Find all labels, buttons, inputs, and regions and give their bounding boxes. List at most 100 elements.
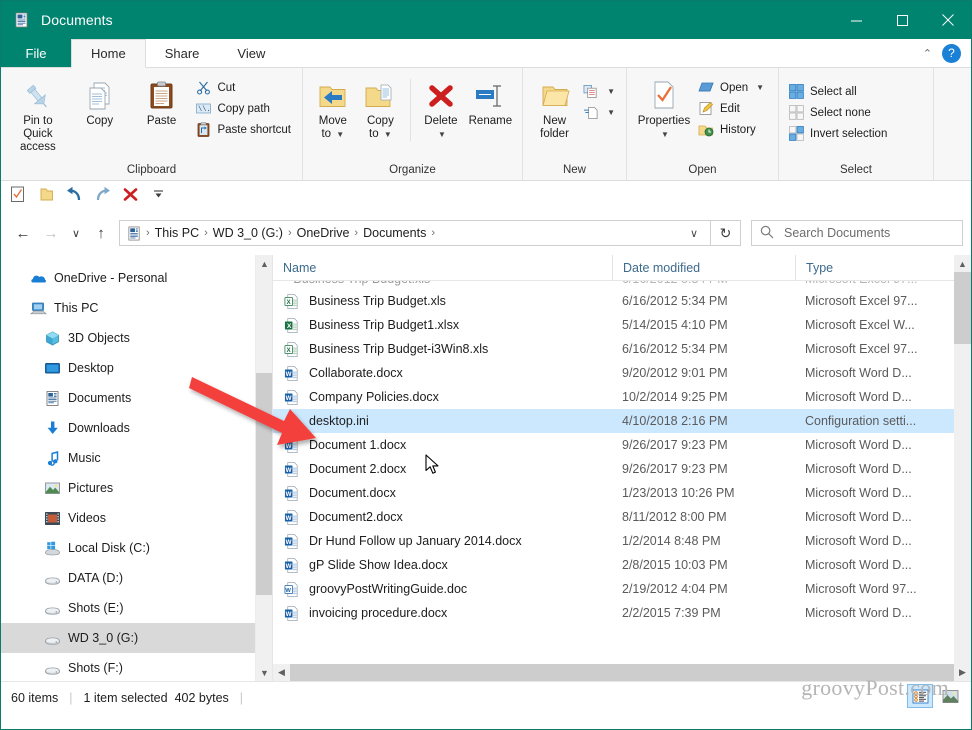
hscroll-right-icon[interactable]: ▶	[954, 664, 971, 681]
file-list-scrollbar[interactable]: ▲ ▼	[954, 255, 971, 681]
new-folder-button[interactable]: New folder	[529, 75, 580, 144]
details-view-button[interactable]	[907, 684, 933, 708]
table-row[interactable]: X Business Trip Budget1.xlsx 5/14/2015 4:1…	[273, 313, 954, 337]
forward-button[interactable]: →	[37, 219, 65, 247]
address-bar[interactable]: › This PC › WD 3_0 (G:) › OneDrive › Doc…	[119, 220, 711, 246]
delete-button[interactable]: Delete ▼	[417, 75, 465, 144]
undo-qat-icon[interactable]	[65, 185, 84, 204]
minimize-button[interactable]	[833, 1, 879, 39]
delete-qat-icon[interactable]	[121, 185, 140, 204]
sidebar-item-onedrive-personal[interactable]: OneDrive - Personal	[1, 263, 272, 293]
file-name-cell: W Document 1.docx	[273, 436, 612, 454]
search-box[interactable]	[751, 220, 963, 246]
nav-scroll-up-icon[interactable]: ▲	[256, 255, 272, 272]
help-icon[interactable]: ?	[942, 43, 961, 63]
table-row[interactable]: W Document2.docx 8/11/2012 8:00 PM Microsof…	[273, 505, 954, 529]
table-row[interactable]: Winvoicing procedure.docx 2/2/2015 7:39 P…	[273, 601, 954, 625]
paste-shortcut-button[interactable]: Paste shortcut	[192, 119, 296, 140]
tab-home[interactable]: Home	[71, 39, 146, 68]
breadcrumb-separator-4[interactable]: ›	[430, 227, 436, 239]
redo-qat-icon[interactable]	[93, 185, 112, 204]
copy-button[interactable]: Copy	[69, 75, 131, 131]
breadcrumb-wd-drive[interactable]: WD 3_0 (G:)	[209, 226, 287, 240]
table-row[interactable]: W Dr Hund Follow up January 2014.docx 1/2/…	[273, 529, 954, 553]
hscroll-left-icon[interactable]: ◀	[273, 664, 290, 681]
sidebar-item-music[interactable]: Music	[1, 443, 272, 473]
refresh-button[interactable]: ↻	[711, 220, 741, 246]
move-to-button[interactable]: Move to ▼	[309, 75, 357, 144]
tab-file[interactable]: File	[1, 39, 71, 67]
select-all-button[interactable]: Select all	[785, 81, 892, 102]
sidebar-item-downloads[interactable]: Downloads	[1, 413, 272, 443]
edit-button[interactable]: Edit	[695, 98, 769, 119]
desktop-icon	[43, 359, 61, 377]
close-button[interactable]	[925, 1, 971, 39]
column-header-type[interactable]: Type	[795, 255, 971, 281]
copy-to-button[interactable]: Copy to ▼	[357, 75, 405, 144]
delete-dropdown-icon[interactable]: ▼	[438, 128, 446, 141]
sidebar-item-pictures[interactable]: Pictures	[1, 473, 272, 503]
recent-locations-button[interactable]: ∨	[65, 219, 87, 247]
table-row[interactable]: W Company Policies.docx 10/2/2014 9:25 PM M…	[273, 385, 954, 409]
sidebar-item-3d-objects[interactable]: 3D Objects	[1, 323, 272, 353]
history-button[interactable]: History	[695, 119, 769, 140]
sidebar-item-local-disk-c[interactable]: Local Disk (C:)	[1, 533, 272, 563]
tab-view[interactable]: View	[218, 39, 284, 67]
properties-qat-icon[interactable]	[9, 185, 28, 204]
table-row[interactable]: X Business Trip Budget.xls 6/16/2012 5:34 …	[273, 289, 954, 313]
back-button[interactable]: ←	[9, 219, 37, 247]
file-scroll-up-icon[interactable]: ▲	[954, 255, 971, 272]
sidebar-item-desktop[interactable]: Desktop	[1, 353, 272, 383]
sidebar-item-shots-f[interactable]: Shots (F:)	[1, 653, 272, 681]
nav-scroll-thumb[interactable]	[256, 373, 272, 595]
column-header-date-modified[interactable]: Date modified	[612, 255, 795, 281]
table-row[interactable]: W Collaborate.docx 9/20/2012 9:01 PM Micros…	[273, 361, 954, 385]
select-none-button[interactable]: Select none	[785, 102, 892, 123]
table-row[interactable]: WgP Slide Show Idea.docx 2/8/2015 10:03 P…	[273, 553, 954, 577]
easy-access-button[interactable]: ▼	[580, 102, 620, 123]
collapse-ribbon-icon[interactable]: ⌃	[919, 47, 936, 60]
horizontal-scrollbar[interactable]: ◀ ▶	[273, 664, 971, 681]
search-input[interactable]	[782, 225, 954, 241]
sidebar-item-data-d[interactable]: DATA (D:)	[1, 563, 272, 593]
table-row[interactable]: W Document.docx 1/23/2013 10:26 PM Microsof…	[273, 481, 954, 505]
sidebar-item-wd-3-0-g[interactable]: WD 3_0 (G:)	[1, 623, 272, 653]
sidebar-item-this-pc[interactable]: This PC	[1, 293, 272, 323]
new-folder-qat-icon[interactable]	[37, 185, 56, 204]
table-row[interactable]: WgroovyPostWritingGuide.doc 2/19/2012 4:0…	[273, 577, 954, 601]
table-row[interactable]: X Business Trip Budget-i3Win8.xls 6/16/201…	[273, 337, 954, 361]
breadcrumb-onedrive[interactable]: OneDrive	[293, 226, 354, 240]
copy-path-button[interactable]: \\.. Copy path	[192, 98, 296, 119]
breadcrumb-this-pc[interactable]: This PC	[151, 226, 203, 240]
hscroll-thumb[interactable]	[290, 664, 954, 681]
sidebar-item-documents[interactable]: Documents	[1, 383, 272, 413]
rename-button[interactable]: Rename	[465, 75, 516, 131]
breadcrumb-documents[interactable]: Documents	[359, 226, 430, 240]
new-item-dropdown-icon[interactable]: ▼	[607, 87, 615, 96]
up-button[interactable]: ↑	[87, 219, 115, 247]
tab-share[interactable]: Share	[146, 39, 219, 67]
properties-button[interactable]: Properties ▼	[633, 75, 695, 144]
easy-access-dropdown-icon[interactable]: ▼	[607, 108, 615, 117]
pin-to-quick-access-button[interactable]: Pin to Quick access	[7, 75, 69, 157]
cut-button[interactable]: Cut	[192, 77, 296, 98]
open-dropdown-icon[interactable]: ▼	[756, 83, 764, 92]
invert-selection-button[interactable]: Invert selection	[785, 123, 892, 144]
table-row[interactable]: desktop.ini 4/10/2018 2:16 PM Configuratio…	[273, 409, 954, 433]
nav-scroll-down-icon[interactable]: ▼	[256, 664, 272, 681]
sidebar-item-videos[interactable]: Videos	[1, 503, 272, 533]
new-item-button[interactable]: ▼	[580, 81, 620, 102]
column-header-name[interactable]: ▲ Name	[273, 255, 612, 281]
customize-qat-icon[interactable]	[149, 185, 168, 204]
properties-dropdown-icon[interactable]: ▼	[661, 128, 669, 141]
large-icons-view-button[interactable]	[937, 684, 963, 708]
table-row[interactable]: W Document 1.docx 9/26/2017 9:23 PM Microso…	[273, 433, 954, 457]
file-scroll-thumb[interactable]	[954, 272, 971, 344]
navigation-scrollbar[interactable]: ▲ ▼	[255, 255, 272, 681]
open-button[interactable]: Open ▼	[695, 77, 769, 98]
table-row[interactable]: W Document 2.docx 9/26/2017 9:23 PM Microso…	[273, 457, 954, 481]
address-dropdown-icon[interactable]: ∨	[682, 227, 706, 240]
sidebar-item-shots-e[interactable]: Shots (E:)	[1, 593, 272, 623]
maximize-button[interactable]	[879, 1, 925, 39]
paste-button[interactable]: Paste	[131, 75, 193, 131]
